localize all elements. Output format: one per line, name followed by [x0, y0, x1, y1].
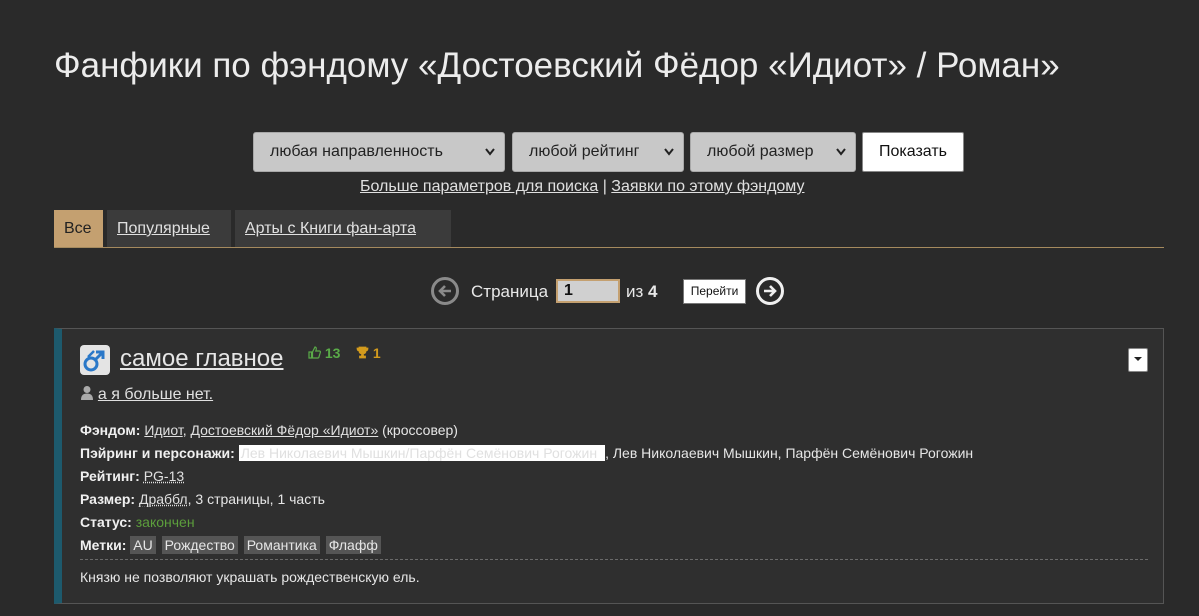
- rating-select[interactable]: любой рейтинг: [512, 132, 684, 172]
- status-row: Статус: закончен: [80, 511, 973, 534]
- tag-romance[interactable]: Романтика: [243, 536, 320, 554]
- rating-select-value: любой рейтинг: [529, 143, 640, 160]
- prev-page-icon[interactable]: [431, 277, 459, 305]
- card-divider: [80, 559, 1148, 560]
- tab-fanart[interactable]: Арты с Книги фан-арта: [235, 210, 451, 248]
- page-total: из 4: [626, 282, 658, 302]
- fanfic-menu-button[interactable]: [1128, 348, 1148, 372]
- tab-popular[interactable]: Популярные: [107, 210, 231, 248]
- status-value: закончен: [135, 514, 195, 530]
- fandom-requests-link[interactable]: Заявки по этому фэндому: [611, 178, 804, 195]
- direction-select[interactable]: любая направленность: [253, 132, 505, 172]
- fandom-note: (кроссовер): [382, 422, 458, 438]
- fandom-link-dostoevsky[interactable]: Достоевский Фёдор «Идиот»: [190, 422, 378, 438]
- chevron-down-icon: [835, 133, 847, 186]
- rating-label: Рейтинг:: [80, 468, 140, 484]
- sublinks-separator: |: [602, 178, 607, 195]
- pairing-label: Пэйринг и персонажи:: [80, 445, 235, 461]
- tab-popular-label: Популярные: [117, 220, 210, 237]
- page: Фанфики по фэндому «Достоевский Фёдор «И…: [54, 0, 1164, 616]
- user-icon: [80, 386, 98, 402]
- fandom-row: Фэндом: Идиот, Достоевский Фёдор «Идиот»…: [80, 419, 973, 442]
- likes-badge: 13: [308, 345, 340, 361]
- characters-list: , Лев Николаевич Мышкин, Парфён Семёнови…: [605, 445, 974, 461]
- fandom-separator: ,: [182, 422, 187, 438]
- show-button[interactable]: Показать: [862, 132, 964, 172]
- pairing-row: Пэйринг и персонажи: Лев Николаевич Мышк…: [80, 442, 973, 465]
- tabs-divider: [54, 247, 1164, 248]
- tab-all[interactable]: Все: [54, 210, 103, 248]
- rating-link[interactable]: PG-13: [144, 468, 184, 484]
- size-details: , 3 страницы, 1 часть: [187, 491, 325, 507]
- slash-direction-icon: [80, 345, 110, 375]
- author-row: а я больше нет.: [80, 385, 213, 404]
- caret-down-icon: [1134, 357, 1142, 361]
- tag-christmas[interactable]: Рождество: [161, 536, 238, 554]
- size-link[interactable]: Драббл: [139, 491, 188, 507]
- fanfic-card: самое главное 13 1 а я больше нет. Фэндо…: [54, 328, 1164, 604]
- pagination: Страница из 4 Перейти: [54, 275, 1164, 309]
- tag-fluff[interactable]: Флафф: [325, 536, 381, 554]
- tag-au[interactable]: AU: [130, 536, 156, 554]
- fanfic-title-link[interactable]: самое главное: [120, 345, 284, 373]
- trophy-icon: [356, 346, 369, 359]
- size-row: Размер: Драббл, 3 страницы, 1 часть: [80, 488, 973, 511]
- likes-count: 13: [324, 345, 341, 361]
- more-search-params-link[interactable]: Больше параметров для поиска: [360, 178, 598, 195]
- fanfic-summary: Князю не позволяют украшать рождественск…: [80, 569, 420, 585]
- author-link[interactable]: а я больше нет.: [98, 386, 213, 403]
- page-of-label: из: [626, 282, 644, 301]
- tags-label: Метки:: [80, 537, 127, 553]
- next-page-icon[interactable]: [756, 277, 784, 305]
- rating-row: Рейтинг: PG-13: [80, 465, 973, 488]
- page-number-input[interactable]: [556, 279, 620, 303]
- page-label: Страница: [471, 282, 549, 301]
- awards-count: 1: [372, 345, 381, 361]
- fanfic-info: Фэндом: Идиот, Достоевский Фёдор «Идиот»…: [80, 419, 973, 557]
- tags-row: Метки: AU Рождество Романтика Флафф: [80, 534, 973, 557]
- size-label: Размер:: [80, 491, 136, 507]
- size-select[interactable]: любой размер: [690, 132, 856, 172]
- fandom-link-idiot[interactable]: Идиот: [144, 422, 182, 438]
- status-label: Статус:: [80, 514, 132, 530]
- fandom-label: Фэндом:: [80, 422, 141, 438]
- awards-badge: 1: [356, 345, 381, 361]
- go-to-page-button[interactable]: Перейти: [683, 279, 746, 304]
- page-title: Фанфики по фэндому «Достоевский Фёдор «И…: [54, 46, 1060, 86]
- tab-fanart-label: Арты с Книги фан-арта: [245, 220, 416, 237]
- search-sublinks: Больше параметров для поиска | Заявки по…: [360, 178, 804, 196]
- pairing-link[interactable]: Лев Николаевич Мышкин/Парфён Семёнович Р…: [238, 445, 606, 461]
- page-total-value: 4: [648, 282, 658, 301]
- size-select-value: любой размер: [707, 143, 814, 160]
- thumbs-up-icon: [308, 346, 322, 359]
- direction-select-value: любая направленность: [270, 143, 443, 160]
